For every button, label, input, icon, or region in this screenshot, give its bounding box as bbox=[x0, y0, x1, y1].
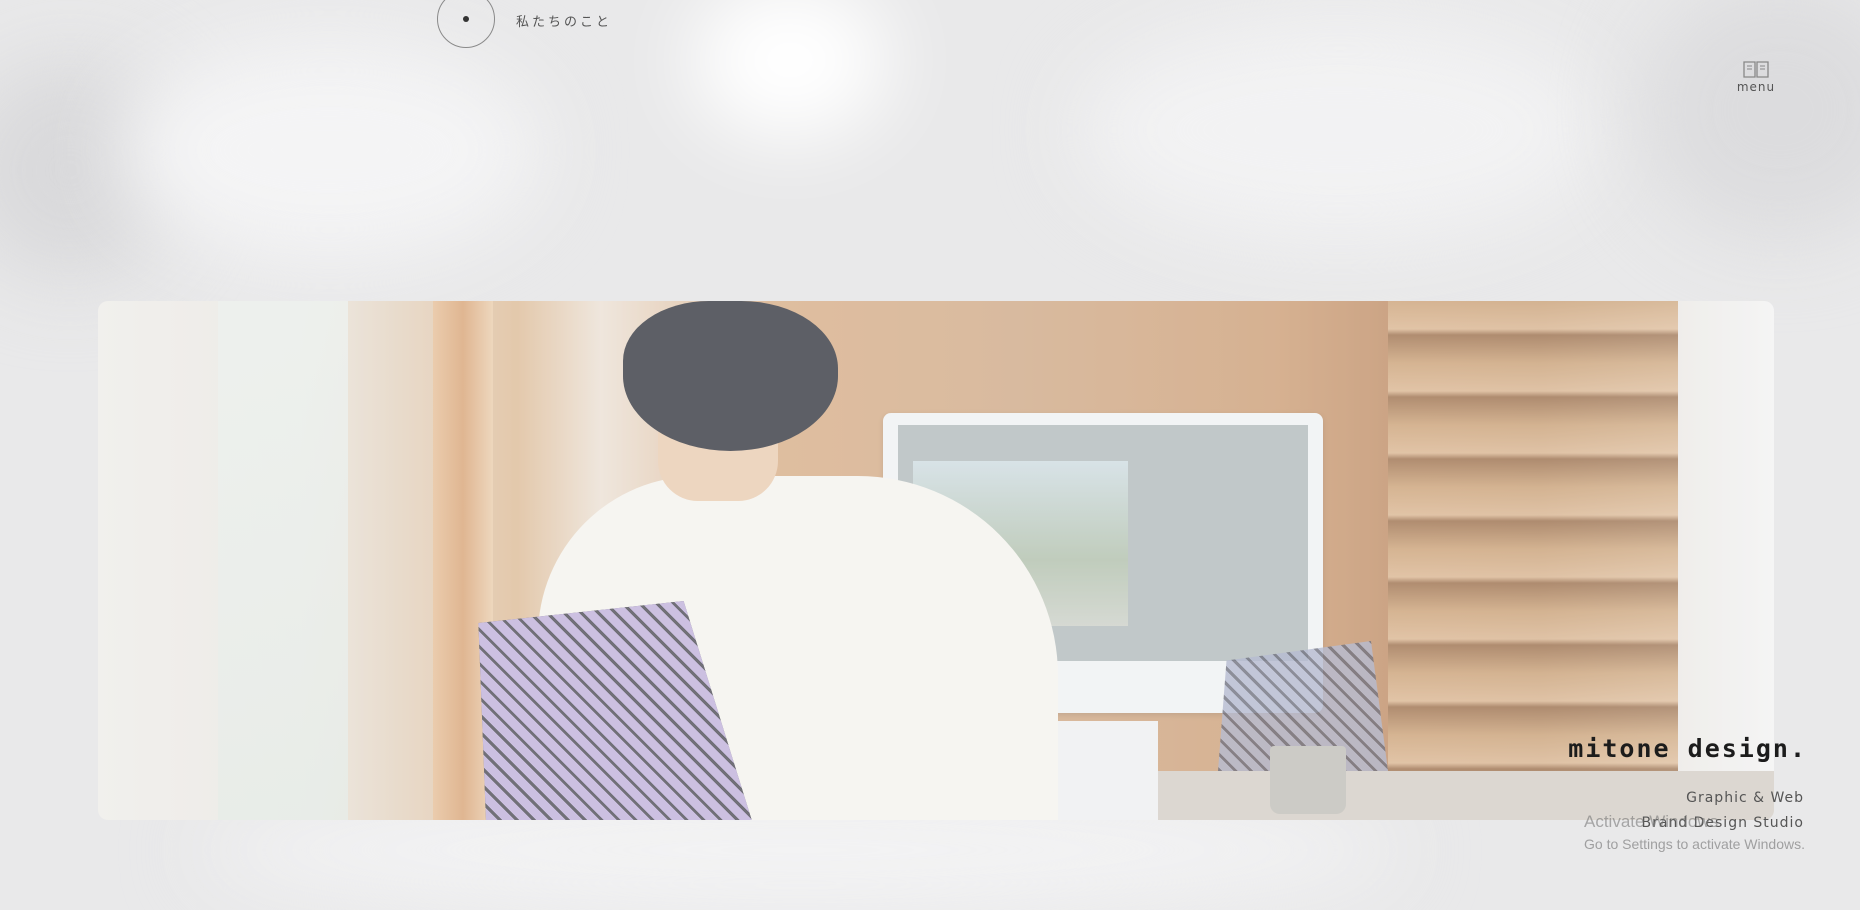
hero-veil bbox=[98, 301, 1774, 820]
dot-icon bbox=[463, 16, 469, 22]
menu-label: menu bbox=[1736, 80, 1776, 94]
menu-button[interactable]: menu bbox=[1736, 60, 1776, 94]
background-blur bbox=[1640, 0, 1860, 240]
background-blur bbox=[690, 0, 890, 140]
hero-image bbox=[98, 301, 1774, 820]
background-blur bbox=[0, 60, 180, 280]
about-nav-label[interactable]: 私たちのこと bbox=[516, 11, 612, 30]
about-nav-button[interactable] bbox=[437, 0, 495, 48]
brand-title[interactable]: mitone design. bbox=[1568, 734, 1807, 763]
brand-tagline-1: Graphic & Web bbox=[1686, 790, 1804, 806]
background-blur bbox=[120, 40, 540, 260]
activate-windows-subtitle: Go to Settings to activate Windows. bbox=[1584, 836, 1805, 852]
activate-windows-title: Activate Windows bbox=[1584, 812, 1719, 831]
background-blur bbox=[1080, 20, 1600, 240]
book-icon bbox=[1743, 61, 1769, 78]
